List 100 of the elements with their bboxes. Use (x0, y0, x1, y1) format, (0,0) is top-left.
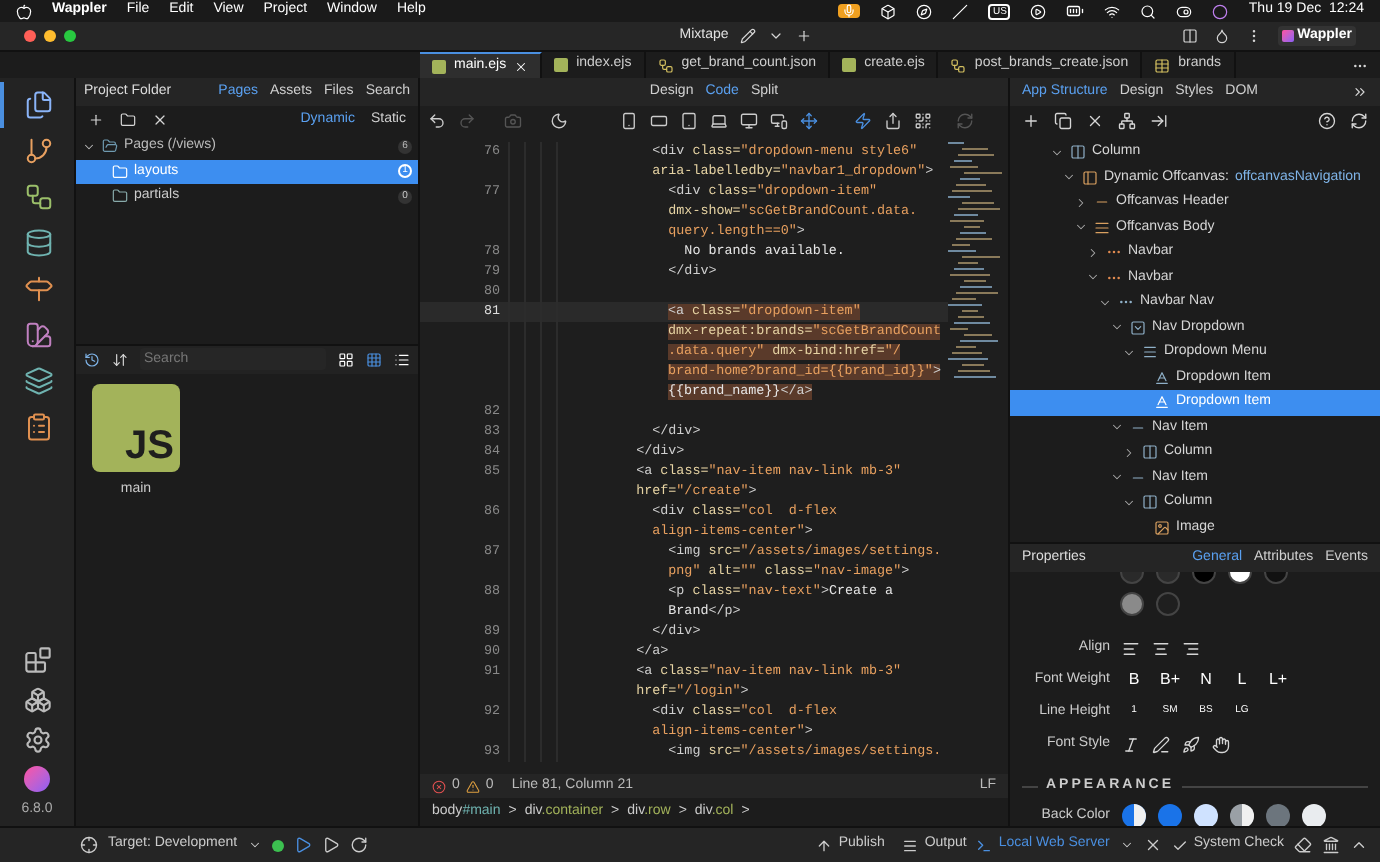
laptop-icon[interactable] (710, 112, 728, 130)
small-grid-icon[interactable] (366, 351, 382, 367)
chevron-icon[interactable] (1110, 470, 1124, 485)
chevron-icon[interactable] (1074, 195, 1088, 210)
monitor-icon[interactable] (740, 112, 758, 130)
chevron-up-icon[interactable] (1350, 836, 1368, 854)
eraser-icon[interactable] (1294, 836, 1312, 854)
close-icon[interactable] (1143, 836, 1162, 854)
landscape-icon[interactable] (650, 112, 668, 130)
share-icon[interactable] (884, 112, 902, 130)
zoom-button[interactable] (64, 30, 76, 42)
clipboard-icon[interactable] (24, 412, 54, 442)
add-icon[interactable] (88, 112, 104, 128)
weight-option[interactable]: L (1230, 668, 1254, 692)
color-swatch[interactable] (1122, 804, 1146, 826)
database-icon[interactable] (24, 228, 54, 258)
swatch-icon[interactable] (24, 320, 54, 350)
align-right-icon[interactable] (1182, 639, 1200, 657)
target-icon[interactable] (80, 836, 98, 854)
history-icon[interactable] (84, 351, 100, 367)
help-icon[interactable] (1318, 112, 1336, 130)
list-icon[interactable] (394, 351, 410, 367)
avatar[interactable] (24, 765, 50, 791)
file-thumbnail[interactable]: JS (92, 383, 180, 471)
color-swatch[interactable] (1158, 804, 1182, 826)
box-icon[interactable] (880, 3, 897, 19)
slash-icon[interactable] (952, 3, 969, 19)
chevron-icon[interactable] (1110, 420, 1124, 435)
chevron-icon[interactable] (82, 139, 96, 154)
chevron-icon[interactable] (247, 838, 262, 852)
chevron-icon[interactable] (1062, 170, 1076, 185)
add-icon[interactable] (1022, 112, 1040, 130)
italic-icon[interactable] (1122, 735, 1140, 753)
copy-icon[interactable] (1054, 112, 1072, 130)
blocks-icon[interactable] (23, 645, 51, 673)
color-swatch[interactable] (1194, 804, 1218, 826)
chevron-icon[interactable] (1050, 145, 1064, 160)
expand-icon[interactable] (1352, 84, 1368, 100)
chevron-icon[interactable] (1074, 220, 1088, 235)
chevron-icon[interactable] (1122, 445, 1136, 460)
hierarchy-icon[interactable] (1118, 112, 1136, 130)
chevron-icon[interactable] (1119, 838, 1134, 852)
files-icon[interactable] (24, 90, 54, 120)
pencil-icon[interactable] (740, 28, 757, 44)
refresh-icon[interactable] (349, 836, 368, 854)
weight-option[interactable]: B (1122, 668, 1146, 692)
settings-icon[interactable] (23, 725, 51, 753)
compass-icon[interactable] (916, 3, 933, 19)
folder-icon[interactable] (120, 112, 136, 128)
layers-icon[interactable] (24, 366, 54, 396)
minimize-button[interactable] (44, 30, 56, 42)
color-swatch[interactable] (1156, 592, 1180, 616)
hand-icon[interactable] (1212, 735, 1230, 753)
color-swatch[interactable] (1230, 804, 1254, 826)
chevron-icon[interactable] (1110, 320, 1124, 335)
battery-icon[interactable] (1066, 2, 1085, 20)
color-swatch[interactable] (1266, 804, 1290, 826)
chevron-icon[interactable] (1122, 495, 1136, 510)
signpost-icon[interactable] (24, 274, 54, 304)
align-center-icon[interactable] (1152, 639, 1170, 657)
rocket-icon[interactable] (1182, 735, 1200, 753)
weight-option[interactable]: N (1194, 668, 1218, 692)
chevron-icon[interactable] (1086, 245, 1100, 260)
droplet-icon[interactable] (1213, 28, 1230, 44)
color-swatch[interactable] (1120, 592, 1144, 616)
tablet-icon[interactable] (680, 112, 698, 130)
color-swatch[interactable] (1302, 804, 1326, 826)
undo-icon[interactable] (428, 112, 446, 130)
delete-icon[interactable] (152, 112, 168, 128)
chevron-icon[interactable] (768, 28, 785, 44)
search-icon[interactable] (1140, 3, 1157, 19)
move-icon[interactable] (800, 112, 818, 130)
chevron-icon[interactable] (1098, 295, 1112, 310)
large-grid-icon[interactable] (338, 351, 354, 367)
circle-icon[interactable] (1212, 3, 1229, 19)
indent-icon[interactable] (1150, 112, 1168, 130)
plus-icon[interactable] (796, 28, 813, 44)
lightning-icon[interactable] (854, 112, 872, 130)
branch-icon[interactable] (24, 136, 54, 166)
boxes-icon[interactable] (23, 685, 51, 713)
delete-icon[interactable] (1086, 112, 1104, 130)
phone-icon[interactable] (620, 112, 638, 130)
building-icon[interactable] (1322, 836, 1340, 854)
weight-option[interactable]: L+ (1266, 668, 1290, 692)
refresh-icon[interactable] (1350, 112, 1368, 130)
sort-icon[interactable] (112, 351, 128, 367)
columns-icon[interactable] (1181, 28, 1198, 44)
flow-icon[interactable] (24, 182, 54, 212)
qr-icon[interactable] (914, 112, 932, 130)
chevron-icon[interactable] (1086, 270, 1100, 285)
chevron-icon[interactable] (1122, 345, 1136, 360)
devices-icon[interactable] (770, 112, 788, 130)
align-left-icon[interactable] (1122, 639, 1140, 657)
wifi-icon[interactable] (1104, 3, 1121, 19)
close-icon[interactable] (514, 59, 529, 73)
close-button[interactable] (24, 30, 36, 42)
moon-icon[interactable] (550, 112, 568, 130)
weight-option[interactable]: B+ (1158, 668, 1182, 692)
toggle-icon[interactable] (1176, 3, 1193, 19)
pen-icon[interactable] (1152, 735, 1170, 753)
